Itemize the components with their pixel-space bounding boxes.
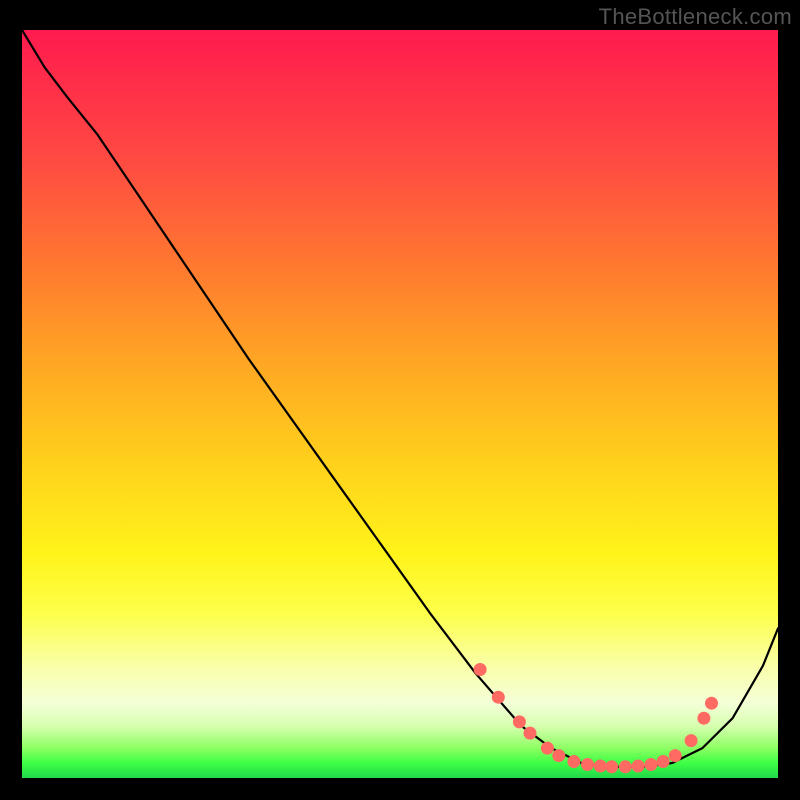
- chart-plot-area: [22, 30, 778, 778]
- highlight-dot: [705, 697, 718, 710]
- highlight-dot: [492, 691, 505, 704]
- highlight-dot: [657, 755, 670, 768]
- highlight-dot: [524, 727, 537, 740]
- highlight-dot: [513, 715, 526, 728]
- highlight-dot: [474, 663, 487, 676]
- watermark-text: TheBottleneck.com: [599, 4, 792, 30]
- highlight-dot: [669, 749, 682, 762]
- chart-svg: [22, 30, 778, 778]
- highlight-dot: [594, 760, 607, 773]
- highlight-dot: [605, 760, 618, 773]
- highlight-dot: [567, 755, 580, 768]
- bottleneck-curve-path: [22, 30, 778, 767]
- highlight-dot: [685, 734, 698, 747]
- highlight-dot: [645, 758, 658, 771]
- highlight-dot: [552, 749, 565, 762]
- highlight-dot: [619, 760, 632, 773]
- highlight-dots-group: [474, 663, 718, 773]
- highlight-dot: [697, 712, 710, 725]
- highlight-dot: [581, 758, 594, 771]
- app-frame: TheBottleneck.com: [0, 0, 800, 800]
- highlight-dot: [541, 742, 554, 755]
- highlight-dot: [632, 760, 645, 773]
